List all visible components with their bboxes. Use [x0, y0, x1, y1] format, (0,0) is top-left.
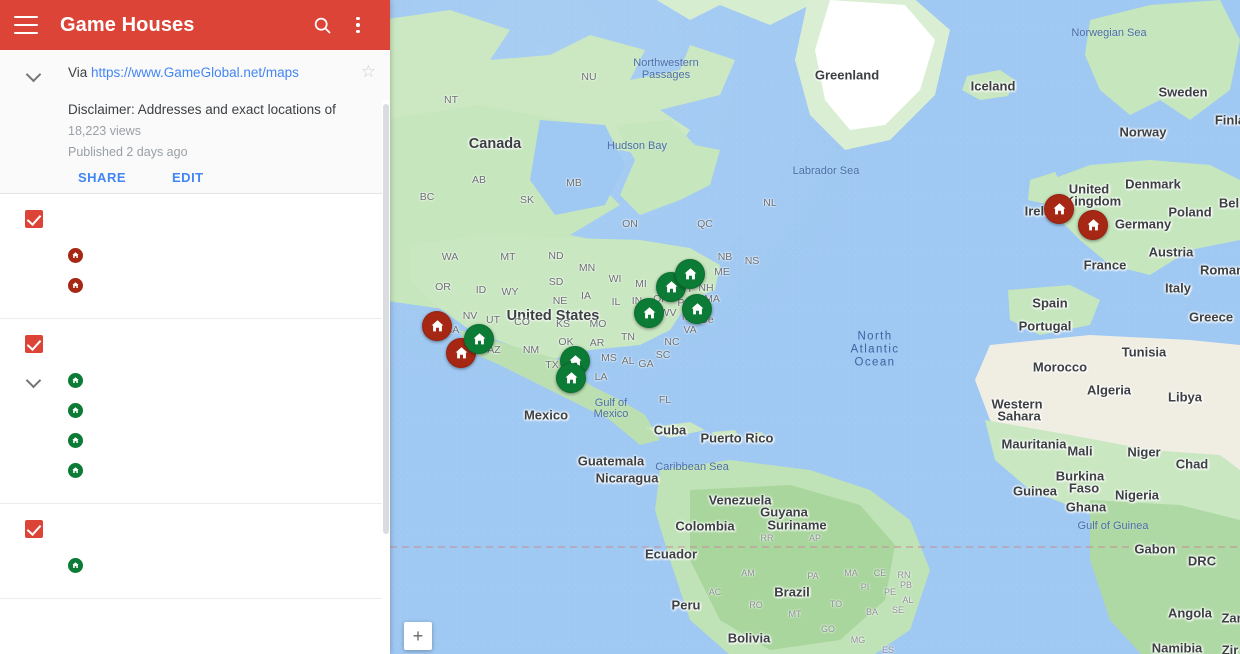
layer-list [0, 194, 390, 599]
edit-button[interactable]: EDIT [172, 170, 204, 185]
marker-las-vegas[interactable] [464, 324, 494, 354]
house-pin-green [68, 402, 83, 418]
checkbox-col [0, 333, 68, 353]
layer-group-header [0, 333, 390, 353]
star-outline-icon[interactable]: ☆ [356, 63, 376, 80]
map-landmasses [390, 0, 1240, 654]
list-item[interactable] [0, 365, 390, 395]
list-item[interactable] [0, 455, 390, 485]
zoom-in-button[interactable]: + [404, 622, 432, 650]
house-pin-green [68, 372, 83, 388]
place-list [0, 240, 390, 300]
page-title: Game Houses [60, 13, 195, 36]
map-canvas[interactable]: GreenlandIcelandNorwegian SeaSwedenFinla… [390, 0, 1240, 654]
share-button[interactable]: SHARE [78, 170, 126, 185]
hamburger-icon[interactable] [14, 16, 38, 34]
house-pin-red [68, 247, 83, 263]
layer-group [0, 319, 390, 504]
via-row: Via https://www.GameGlobal.net/maps ☆ [68, 63, 376, 82]
layer-checkbox[interactable] [25, 335, 43, 353]
layer-group-header [0, 518, 390, 538]
checkbox-col [0, 518, 68, 538]
list-item[interactable] [0, 270, 390, 300]
source-link[interactable]: https://www.GameGlobal.net/maps [91, 65, 299, 80]
info-collapse-col [0, 64, 68, 185]
place-list [0, 550, 390, 580]
marker-austin[interactable] [556, 363, 586, 393]
marker-new-york[interactable] [682, 294, 712, 324]
sidebar-scrollbar-track[interactable] [382, 100, 390, 654]
app-header: Game Houses [0, 0, 390, 50]
marker-san-francisco[interactable] [422, 311, 452, 341]
house-pin-green [68, 557, 83, 573]
layer-group [0, 194, 390, 319]
map-app: Game Houses Via https://www.GameGlobal.n… [0, 0, 1240, 654]
marker-london[interactable] [1078, 210, 1108, 240]
published-date: Published 2 days ago [68, 145, 188, 159]
house-pin-green [68, 462, 83, 478]
layer-checkbox[interactable] [25, 520, 43, 538]
checkbox-col [0, 208, 68, 228]
layer-checkbox[interactable] [25, 210, 43, 228]
map-info-card: Via https://www.GameGlobal.net/maps ☆ Di… [0, 50, 390, 194]
place-chevron-col [0, 372, 68, 388]
via-prefix: Via [68, 65, 92, 80]
list-item[interactable] [0, 395, 390, 425]
info-actions: SHARE EDIT [68, 170, 376, 185]
list-item[interactable] [0, 240, 390, 270]
house-pin-green [68, 432, 83, 448]
search-icon[interactable] [304, 7, 340, 43]
layer-group-header [0, 208, 390, 228]
house-pin-red [68, 277, 83, 293]
sidebar-scroll-area[interactable]: Via https://www.GameGlobal.net/maps ☆ Di… [0, 50, 390, 654]
disclaimer-text: Disclaimer: Addresses and exact location… [68, 102, 336, 117]
more-vert-icon[interactable] [340, 7, 376, 43]
list-item[interactable] [0, 425, 390, 455]
place-list [0, 365, 390, 485]
chevron-down-icon[interactable] [26, 372, 42, 388]
layer-group [0, 504, 390, 599]
marker-chicago[interactable] [634, 298, 664, 328]
list-item[interactable] [0, 550, 390, 580]
sidebar-scrollbar-thumb[interactable] [383, 104, 389, 534]
chevron-down-icon[interactable] [26, 66, 42, 82]
views-count: 18,223 views [68, 124, 141, 138]
via-text: Via https://www.GameGlobal.net/maps [68, 64, 356, 82]
sidebar: Game Houses Via https://www.GameGlobal.n… [0, 0, 390, 654]
info-body: Via https://www.GameGlobal.net/maps ☆ Di… [68, 63, 390, 185]
marker-ireland[interactable] [1044, 194, 1074, 224]
marker-toronto[interactable] [675, 259, 705, 289]
